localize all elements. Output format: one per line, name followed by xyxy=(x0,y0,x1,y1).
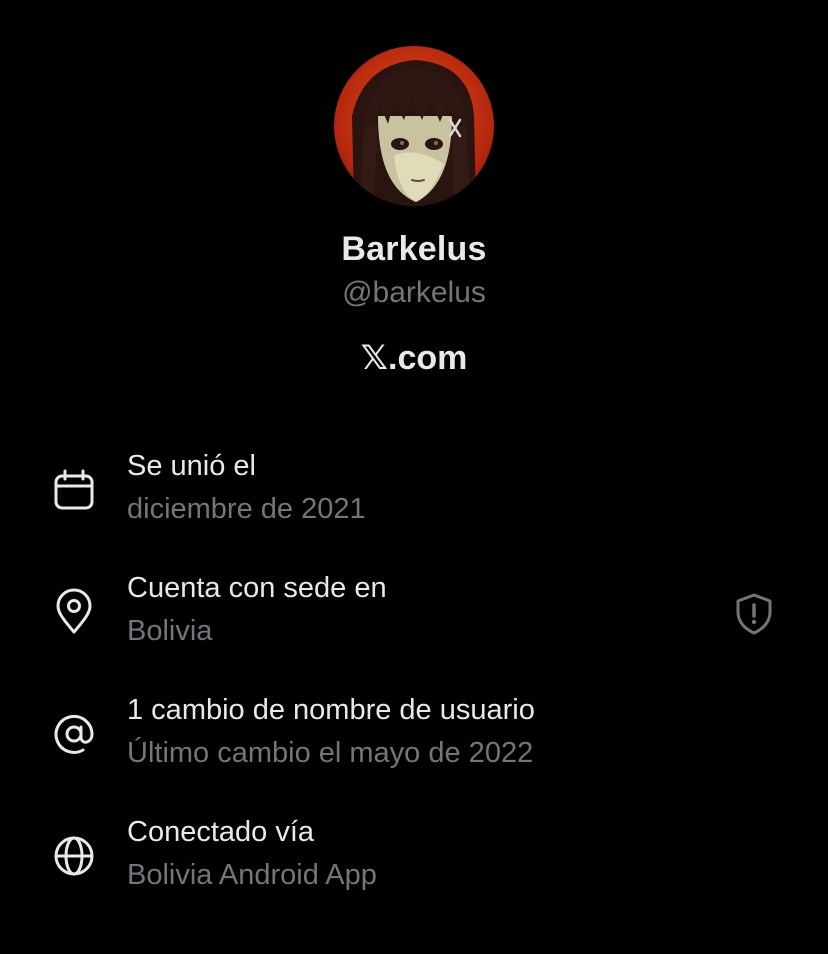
joined-title: Se unió el xyxy=(127,450,256,482)
username-changes-value: Último cambio el mayo de 2022 xyxy=(127,737,534,769)
connected-via-value: Bolivia Android App xyxy=(127,859,377,891)
location-title: Cuenta con sede en xyxy=(127,572,387,604)
joined-value: diciembre de 2021 xyxy=(127,493,366,525)
brand-domain: 𝕏.com xyxy=(360,339,468,377)
globe-icon xyxy=(54,836,94,876)
about-row-username-changes: 1 cambio de nombre de usuario Último cam… xyxy=(0,694,828,784)
about-row-location: Cuenta con sede en Bolivia xyxy=(0,572,828,662)
user-handle: @barkelus xyxy=(342,276,486,309)
about-row-joined: Se unió el diciembre de 2021 xyxy=(0,450,828,540)
location-pin-icon xyxy=(56,588,92,634)
display-name: Barkelus xyxy=(341,230,487,268)
location-value: Bolivia xyxy=(127,615,213,647)
calendar-icon xyxy=(54,469,94,510)
avatar[interactable] xyxy=(334,46,494,206)
username-changes-title: 1 cambio de nombre de usuario xyxy=(127,694,535,726)
at-sign-icon xyxy=(54,714,94,754)
avatar-image xyxy=(334,46,494,206)
about-row-connected-via: Conectado vía Bolivia Android App xyxy=(0,816,828,906)
shield-alert-icon[interactable] xyxy=(732,592,776,636)
connected-via-title: Conectado vía xyxy=(127,816,315,848)
